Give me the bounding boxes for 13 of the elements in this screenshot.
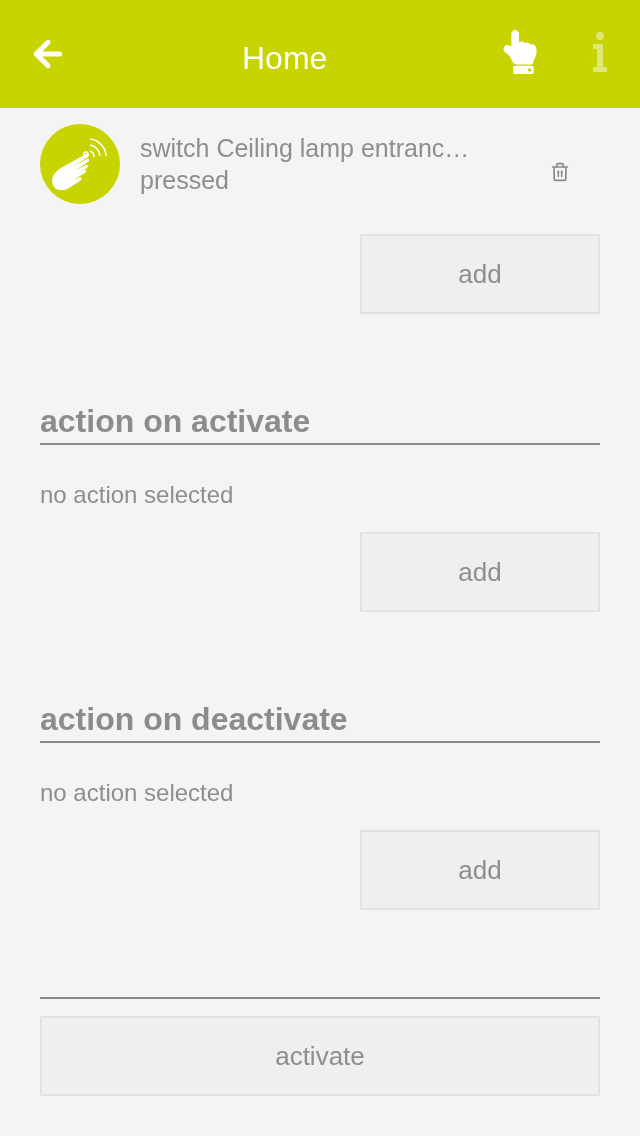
- pointing-hand-icon: [40, 124, 120, 204]
- add-button[interactable]: add: [360, 234, 600, 314]
- section-heading: action on deactivate: [40, 700, 600, 743]
- add-button[interactable]: add: [360, 830, 600, 910]
- add-button[interactable]: add: [360, 532, 600, 612]
- activate-button[interactable]: activate: [40, 1016, 600, 1096]
- section-status: no action selected: [40, 778, 235, 808]
- trigger-event: pressed: [140, 165, 230, 196]
- section-status: no action selected: [40, 480, 235, 510]
- header-title: Home: [242, 39, 328, 78]
- section-heading: action on activate: [40, 402, 600, 445]
- trigger-title: switch Ceiling lamp entranc…: [140, 133, 471, 164]
- trash-icon[interactable]: [550, 160, 570, 184]
